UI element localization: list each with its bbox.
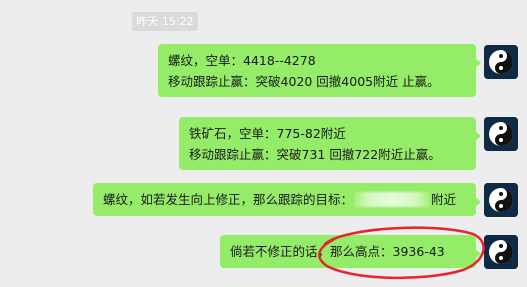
message-bubble[interactable]: 倘若不修正的话，那么高点：3936-43: [220, 235, 481, 268]
message-line: 移动跟踪止赢：突破4020 回撤4005附近 止赢。: [168, 74, 440, 89]
message-bubble[interactable]: 铁矿石，空单：775-82附近 移动跟踪止赢：突破731 回撤722附近止赢。: [179, 117, 481, 170]
message-text: 螺纹，如若发生向上修正，那么跟踪的目标：: [103, 192, 354, 207]
message-text: 倘若不修正的话，那么高点：3936-43: [230, 244, 445, 259]
avatar[interactable]: [484, 117, 518, 151]
yin-yang-icon: [484, 117, 518, 151]
message-text-suffix: 附近: [431, 192, 457, 207]
message-bubble[interactable]: 螺纹，如若发生向上修正，那么跟踪的目标： 附近: [93, 183, 481, 216]
message-line: 螺纹，空单：4418--4278: [168, 53, 316, 68]
message-bubble[interactable]: 螺纹，空单：4418--4278 移动跟踪止赢：突破4020 回撤4005附近 …: [158, 44, 481, 97]
message-timestamp: 昨天 15:22: [132, 12, 198, 31]
avatar[interactable]: [484, 45, 518, 79]
redacted-blur: [354, 192, 431, 207]
yin-yang-icon: [484, 45, 518, 79]
yin-yang-icon: [484, 183, 518, 217]
avatar[interactable]: [484, 183, 518, 217]
yin-yang-icon: [484, 235, 518, 269]
avatar[interactable]: [484, 235, 518, 269]
message-line: 移动跟踪止赢：突破731 回撤722附近止赢。: [189, 147, 441, 162]
message-line: 铁矿石，空单：775-82附近: [189, 126, 346, 141]
